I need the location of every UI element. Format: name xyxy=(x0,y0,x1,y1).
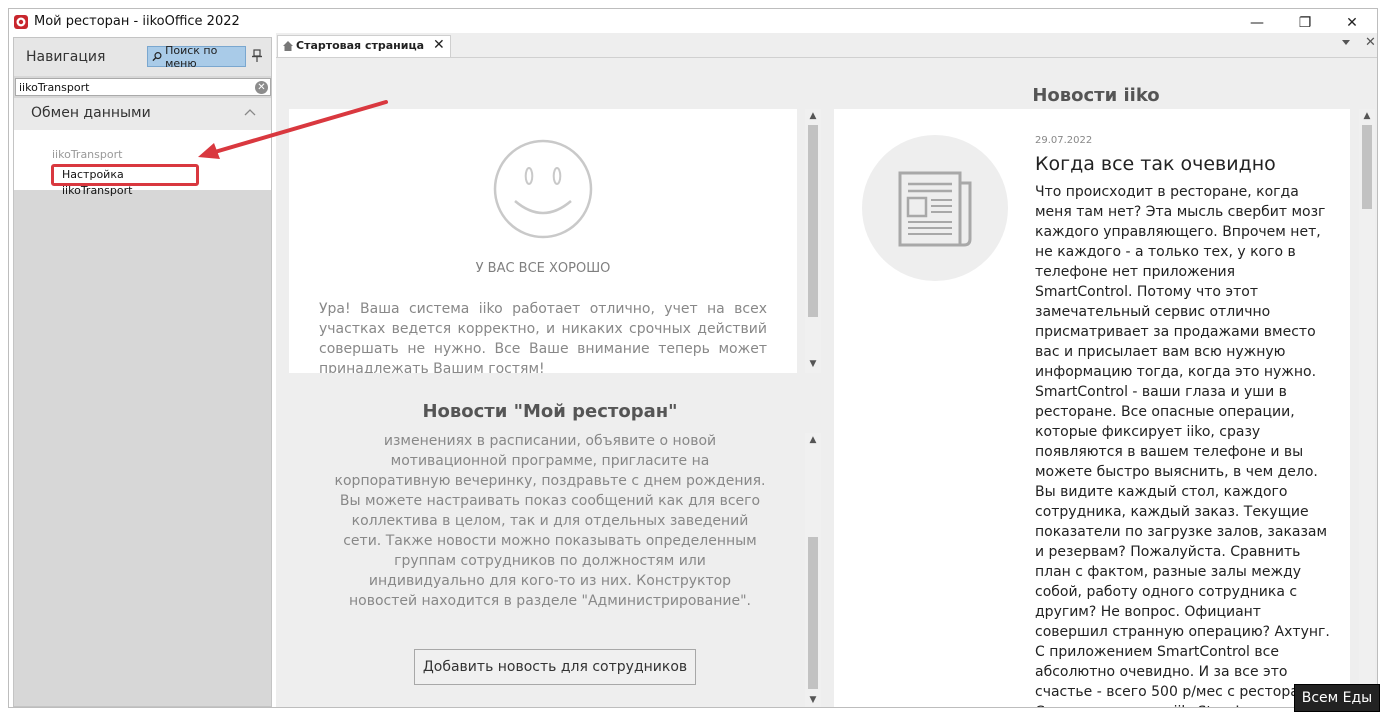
menu-search-label: Поиск по меню xyxy=(165,43,218,70)
local-news-text: изменениях в расписании, объявите о ново… xyxy=(334,433,766,609)
status-scrollbar[interactable]: ▲ ▼ xyxy=(805,109,821,373)
nav-item-iikotransport[interactable]: iikoTransport xyxy=(52,148,122,161)
navigation-search-input[interactable] xyxy=(15,78,271,96)
local-news-scrollbar[interactable]: ▲ ▼ xyxy=(805,433,821,707)
navigation-header: Навигация Поиск по меню xyxy=(14,38,271,76)
news-date: 29.07.2022 xyxy=(1035,135,1093,146)
scrollbar-thumb[interactable] xyxy=(1362,125,1372,209)
pin-icon[interactable] xyxy=(251,49,263,63)
newspaper-icon xyxy=(898,171,972,247)
local-news-title: Новости "Мой ресторан" xyxy=(422,401,678,422)
clear-search-icon[interactable]: ✕ xyxy=(255,81,268,94)
close-tab-bar-icon[interactable]: ✕ xyxy=(1365,35,1376,50)
scrollbar-thumb[interactable] xyxy=(808,537,818,689)
magnifier-icon xyxy=(152,52,162,62)
scroll-up-icon[interactable]: ▲ xyxy=(1359,109,1375,123)
tab-bar: Стартовая страница ✕ ✕ xyxy=(276,33,1377,58)
minimize-button[interactable]: — xyxy=(1234,9,1280,36)
iiko-news-card: 29.07.2022 Когда все так очевидно Что пр… xyxy=(834,109,1350,707)
smiley-icon xyxy=(493,139,593,239)
news-headline: Когда все так очевидно xyxy=(1035,153,1276,175)
watermark-badge: Всем Еды xyxy=(1294,684,1380,712)
start-page-content: У ВАС ВСЕ ХОРОШО Ура! Ваша система iiko … xyxy=(276,58,1377,707)
news-body: Что происходит в ресторане, когда меня т… xyxy=(1035,184,1330,707)
status-description: Ура! Ваша система iiko работает отлично,… xyxy=(319,301,767,373)
annotation-arrow xyxy=(198,100,388,159)
tab-label: Стартовая страница xyxy=(296,39,425,52)
tab-start-page[interactable]: Стартовая страница ✕ xyxy=(277,35,451,57)
title-bar: Мой ресторан - iikoOffice 2022 — ❐ ✕ xyxy=(9,9,1377,36)
tab-close-icon[interactable]: ✕ xyxy=(433,37,445,53)
iiko-news-title: Новости iiko xyxy=(1032,85,1160,106)
scroll-down-icon[interactable]: ▼ xyxy=(805,693,821,707)
maximize-button[interactable]: ❐ xyxy=(1282,9,1328,36)
nav-item-iikotransport-settings[interactable]: Настройка iikoTransport xyxy=(51,164,199,197)
status-heading: У ВАС ВСЕ ХОРОШО xyxy=(475,261,611,276)
scrollbar-thumb[interactable] xyxy=(808,125,818,317)
scroll-down-icon[interactable]: ▼ xyxy=(805,357,821,371)
iiko-news-scrollbar[interactable]: ▲ xyxy=(1359,109,1375,707)
scroll-up-icon[interactable]: ▲ xyxy=(805,109,821,123)
close-window-button[interactable]: ✕ xyxy=(1329,9,1375,36)
app-logo-icon xyxy=(14,15,28,29)
navigation-title: Навигация xyxy=(26,49,106,65)
add-employee-news-button[interactable]: Добавить новость для сотрудников xyxy=(414,649,696,685)
menu-search-button[interactable]: Поиск по меню xyxy=(147,43,246,70)
news-thumbnail xyxy=(862,135,1008,281)
scroll-up-icon[interactable]: ▲ xyxy=(805,433,821,447)
group-title: Обмен данными xyxy=(31,105,151,121)
tab-list-dropdown-icon[interactable] xyxy=(1341,38,1351,46)
home-icon xyxy=(283,41,293,51)
window-title: Мой ресторан - iikoOffice 2022 xyxy=(34,14,240,29)
